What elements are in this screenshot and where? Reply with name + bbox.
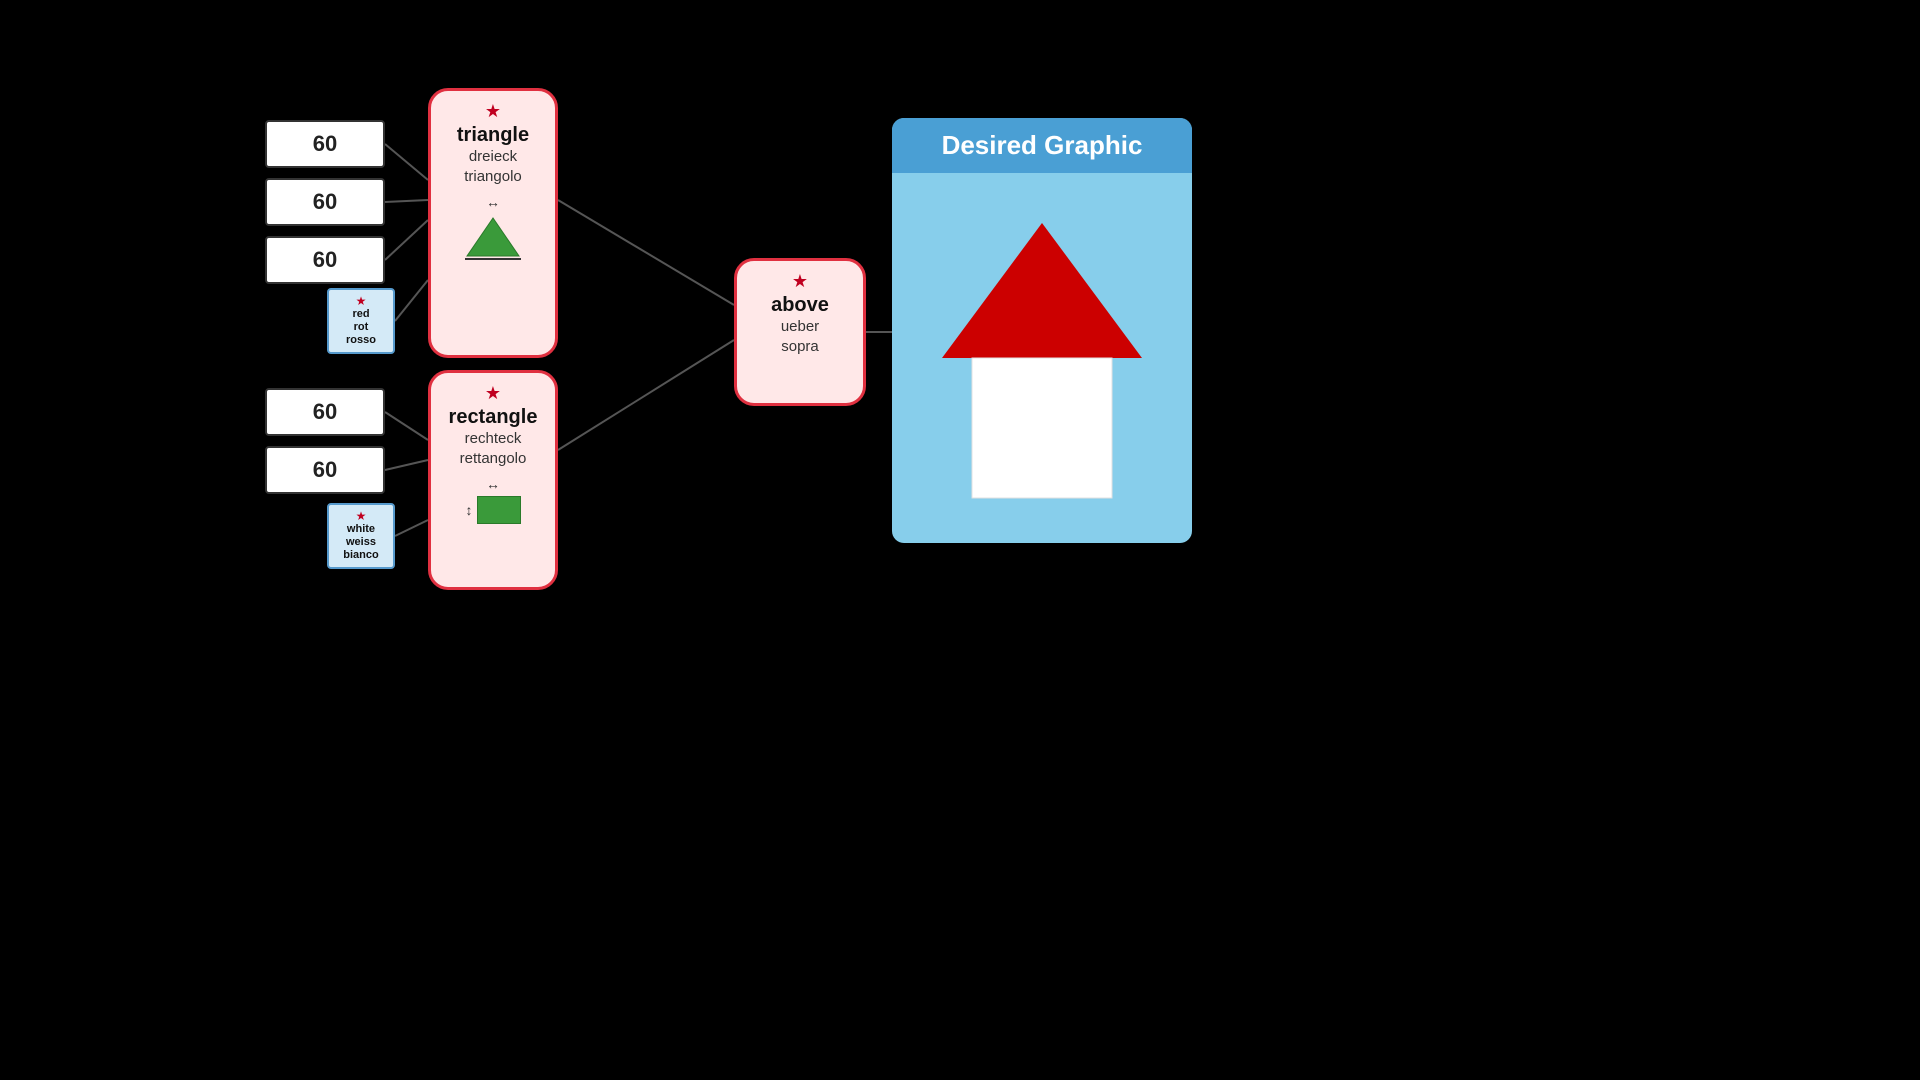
above-node-sub: uebersopra (781, 317, 819, 356)
triangle-svg (463, 214, 523, 258)
desired-card-title: Desired Graphic (942, 130, 1143, 160)
rectangle-icon-area: ↔ ↕ (466, 476, 521, 524)
diagram-area: 60 60 60 60 60 ★ redrotrosso ★ whiteweis… (0, 0, 1920, 1080)
desired-card-header: Desired Graphic (892, 118, 1192, 173)
house-scene-svg (932, 203, 1152, 513)
above-node[interactable]: ★ above uebersopra (734, 258, 866, 406)
color-text-red: redrotrosso (346, 308, 376, 348)
star-icon-red: ★ (356, 294, 367, 308)
triangle-node-sub: dreiecktriangolo (464, 147, 522, 186)
star-icon-white: ★ (356, 509, 367, 523)
rectangle-node-star: ★ (485, 383, 501, 404)
triangle-node-star: ★ (485, 101, 501, 122)
color-label-white: ★ whiteweissbianco (327, 503, 395, 569)
input-box-3[interactable]: 60 (265, 236, 385, 284)
triangle-node-title: triangle (457, 124, 529, 147)
rectangle-node-sub: rechteckrettangolo (460, 429, 527, 468)
above-node-star: ★ (792, 271, 808, 292)
input-box-2[interactable]: 60 (265, 178, 385, 226)
color-label-red: ★ redrotrosso (327, 288, 395, 354)
desired-card-body (892, 173, 1192, 543)
desired-card: Desired Graphic (892, 118, 1192, 543)
rectangle-node[interactable]: ★ rectangle rechteckrettangolo ↔ ↕ (428, 370, 558, 590)
input-box-5[interactable]: 60 (265, 446, 385, 494)
input-box-1[interactable]: 60 (265, 120, 385, 168)
above-node-title: above (771, 294, 829, 317)
color-text-white: whiteweissbianco (343, 523, 378, 563)
rectangle-node-title: rectangle (449, 406, 538, 429)
triangle-node[interactable]: ★ triangle dreiecktriangolo ↔ (428, 88, 558, 358)
input-box-4[interactable]: 60 (265, 388, 385, 436)
triangle-icon-area: ↔ (463, 194, 523, 260)
